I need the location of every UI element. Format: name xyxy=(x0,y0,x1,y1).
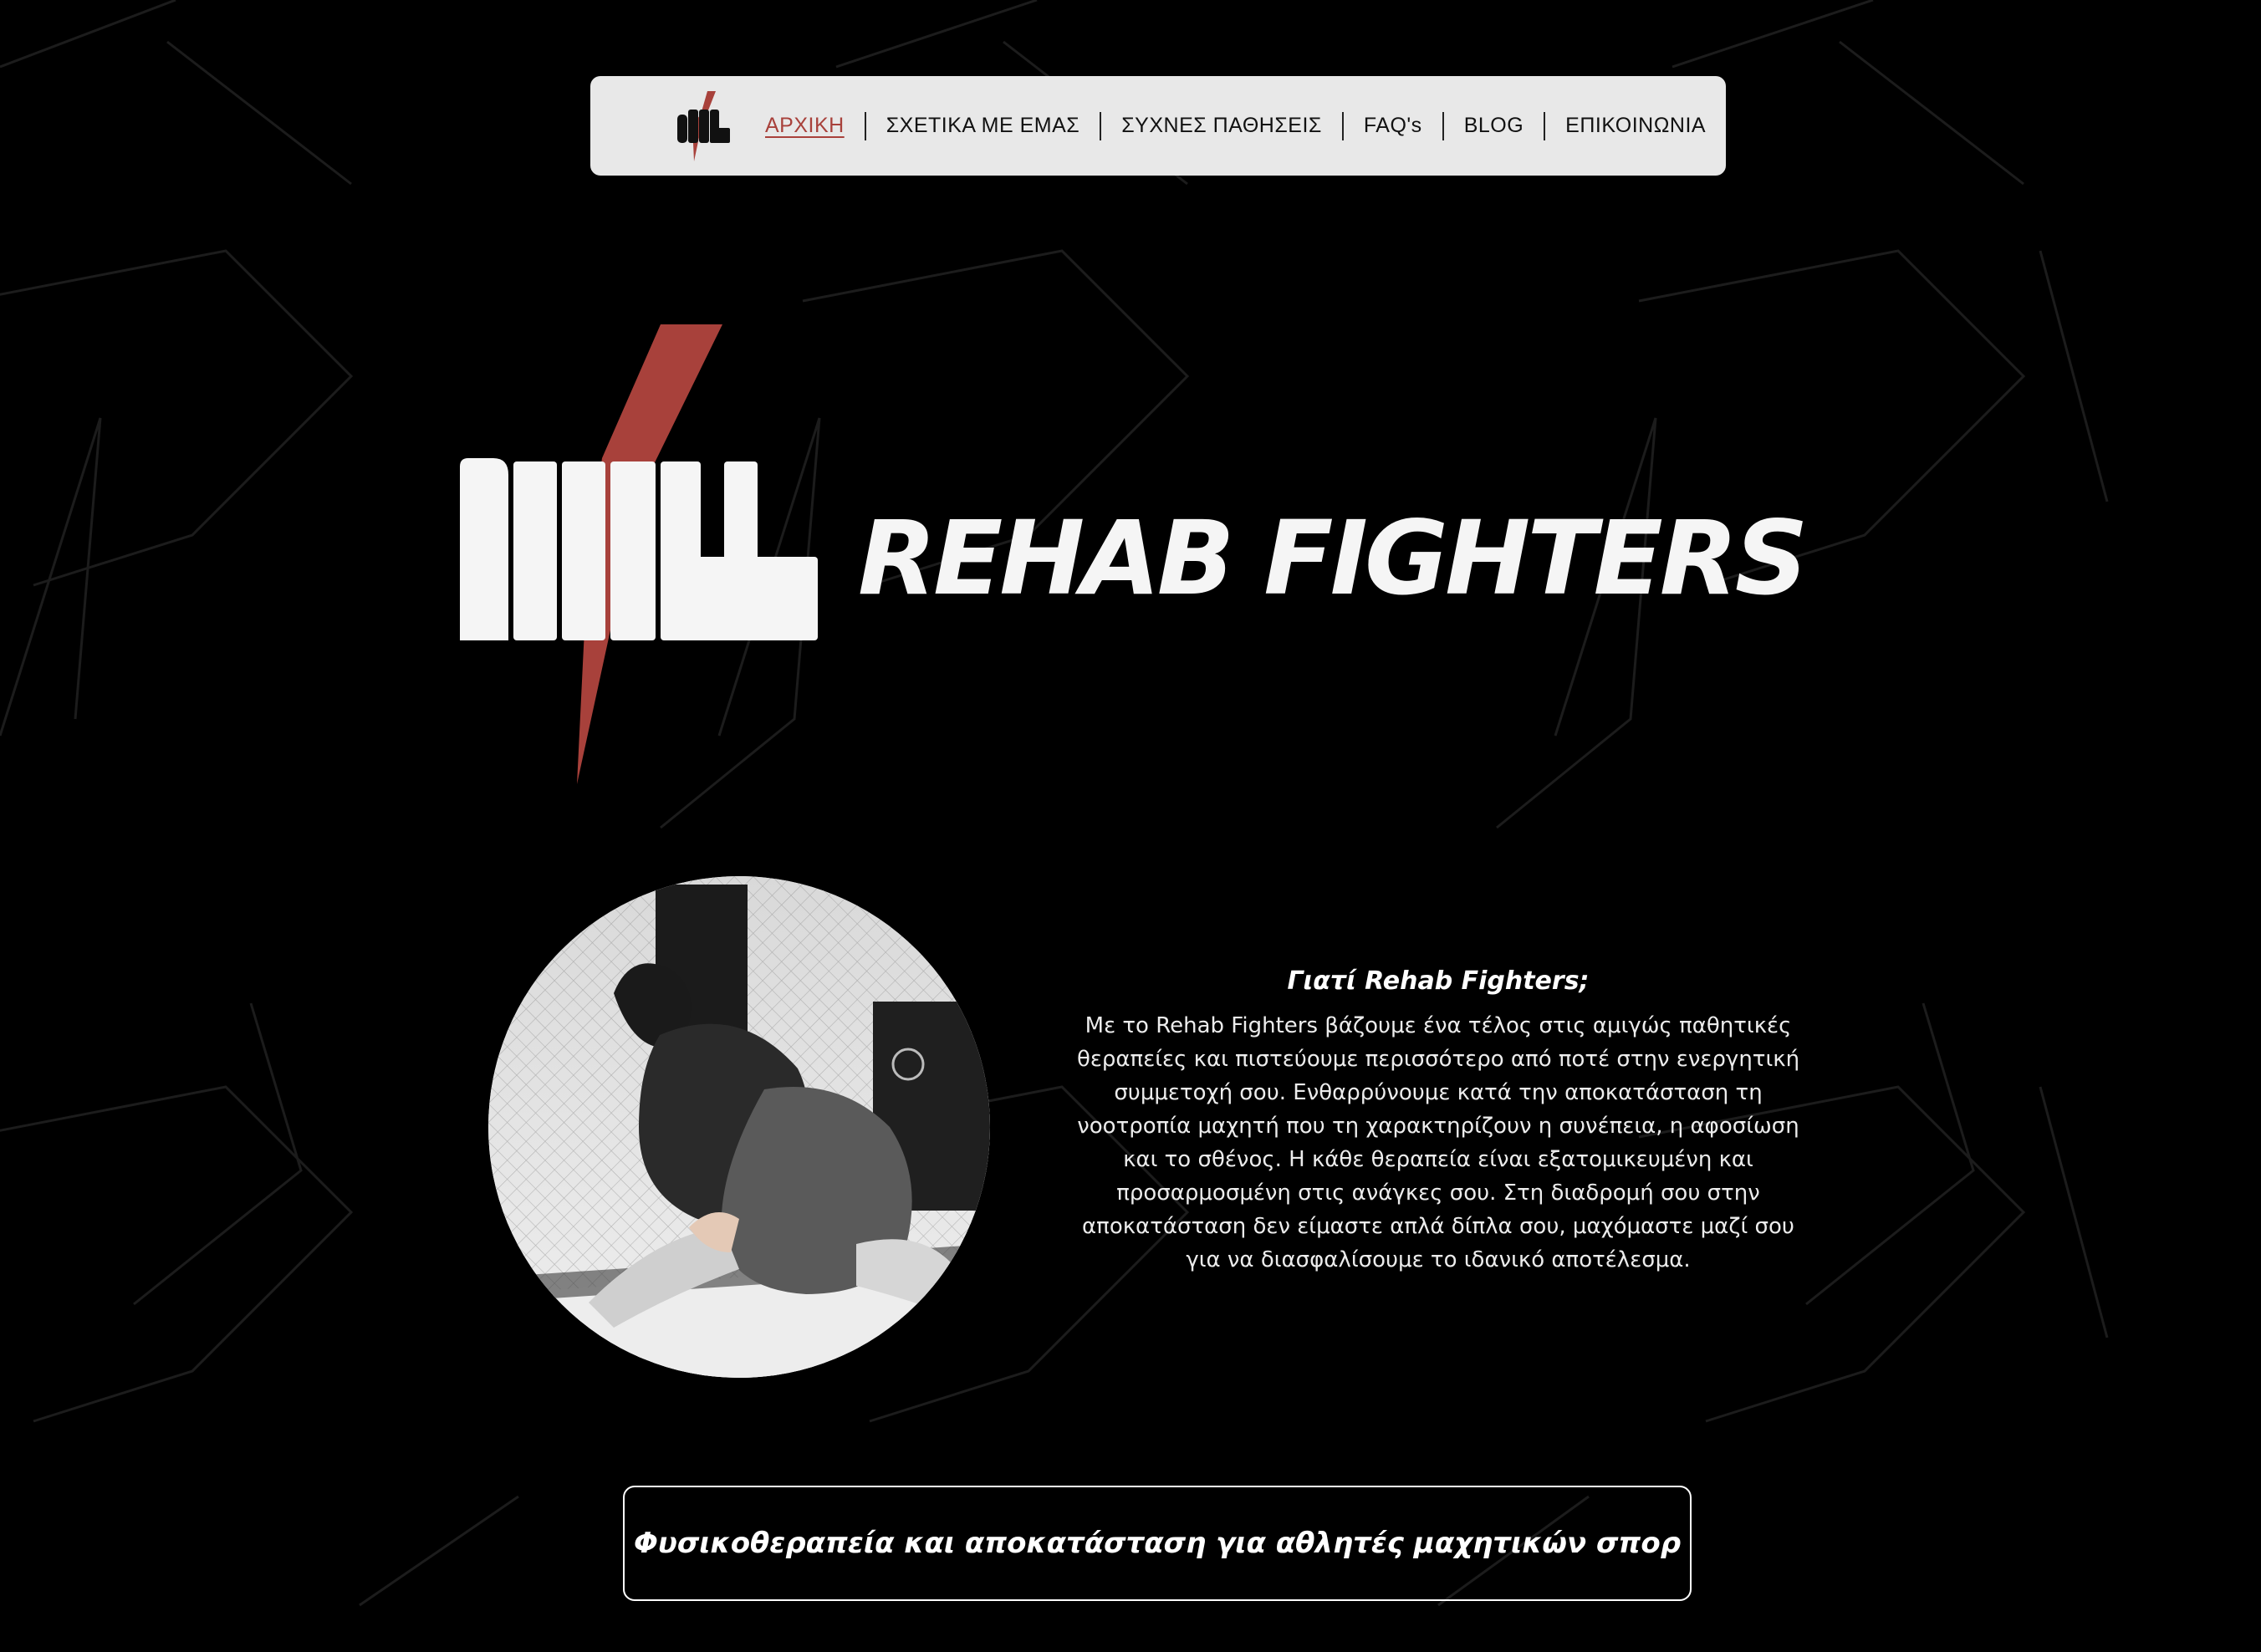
why-body-line: και το σθένος. Η κάθε θεραπεία είναι εξα… xyxy=(1123,1147,1753,1172)
nav-item-faqs[interactable]: FAQ's xyxy=(1364,114,1422,138)
grappling-training-photo xyxy=(488,876,990,1378)
why-body-line: συμμετοχή σου. Ενθαρρύνουμε κατά την απο… xyxy=(1114,1080,1763,1105)
nav-divider xyxy=(1341,111,1344,140)
nav-item-blog[interactable]: BLOG xyxy=(1464,114,1523,138)
top-navbar: ΑΡΧΙΚΗ ΣΧΕΤΙΚΑ ΜΕ ΕΜΑΣ ΣΥΧΝΕΣ ΠΑΘΗΣΕΙΣ F… xyxy=(590,76,1726,176)
nav-menu: ΑΡΧΙΚΗ ΣΧΕΤΙΚΑ ΜΕ ΕΜΑΣ ΣΥΧΝΕΣ ΠΑΘΗΣΕΙΣ F… xyxy=(765,76,1706,176)
background-pattern xyxy=(0,0,2109,1607)
nav-divider xyxy=(864,111,866,140)
fist-lightning-logo-icon xyxy=(460,324,818,784)
why-body: Με το Rehab Fighters βάζουμε ένα τέλος σ… xyxy=(1037,1009,1840,1277)
fist-lightning-logo-icon[interactable] xyxy=(676,91,734,161)
hero-logo: REHAB FIGHTERS xyxy=(460,324,1809,784)
why-body-line: νοοτροπία μαχητή που τη χαρακτηρίζουν η … xyxy=(1077,1114,1799,1139)
nav-divider xyxy=(1442,111,1444,140)
nav-item-contact[interactable]: ΕΠΙΚΟΙΝΩΝΙΑ xyxy=(1565,114,1706,138)
why-body-line: θεραπείες και πιστεύουμε περισσότερο από… xyxy=(1076,1047,1800,1072)
why-body-line: αποκατάσταση δεν είμαστε απλά δίπλα σου,… xyxy=(1082,1214,1794,1239)
tagline-text: Φυσικοθεραπεία και αποκατάσταση για αθλη… xyxy=(633,1527,1682,1560)
nav-item-home[interactable]: ΑΡΧΙΚΗ xyxy=(765,114,845,138)
nav-item-about[interactable]: ΣΧΕΤΙΚΑ ΜΕ ΕΜΑΣ xyxy=(886,114,1080,138)
why-body-line: Με το Rehab Fighters βάζουμε ένα τέλος σ… xyxy=(1085,1013,1792,1038)
nav-item-conditions[interactable]: ΣΥΧΝΕΣ ΠΑΘΗΣΕΙΣ xyxy=(1121,114,1322,138)
tagline-box: Φυσικοθεραπεία και αποκατάσταση για αθλη… xyxy=(623,1486,1692,1601)
nav-divider xyxy=(1100,111,1102,140)
why-section-text: Γιατί Rehab Fighters; Με το Rehab Fighte… xyxy=(1037,966,1840,1277)
why-heading: Γιατί Rehab Fighters; xyxy=(1287,966,1590,996)
why-body-line: για να διασφαλίσουμε το ιδανικό αποτέλεσ… xyxy=(1186,1247,1691,1272)
hero-brand-name: REHAB FIGHTERS xyxy=(858,499,1805,618)
nav-divider xyxy=(1544,111,1546,140)
why-body-line: προσαρμοσμένη στις ανάγκες σου. Στη διαδ… xyxy=(1116,1180,1760,1206)
